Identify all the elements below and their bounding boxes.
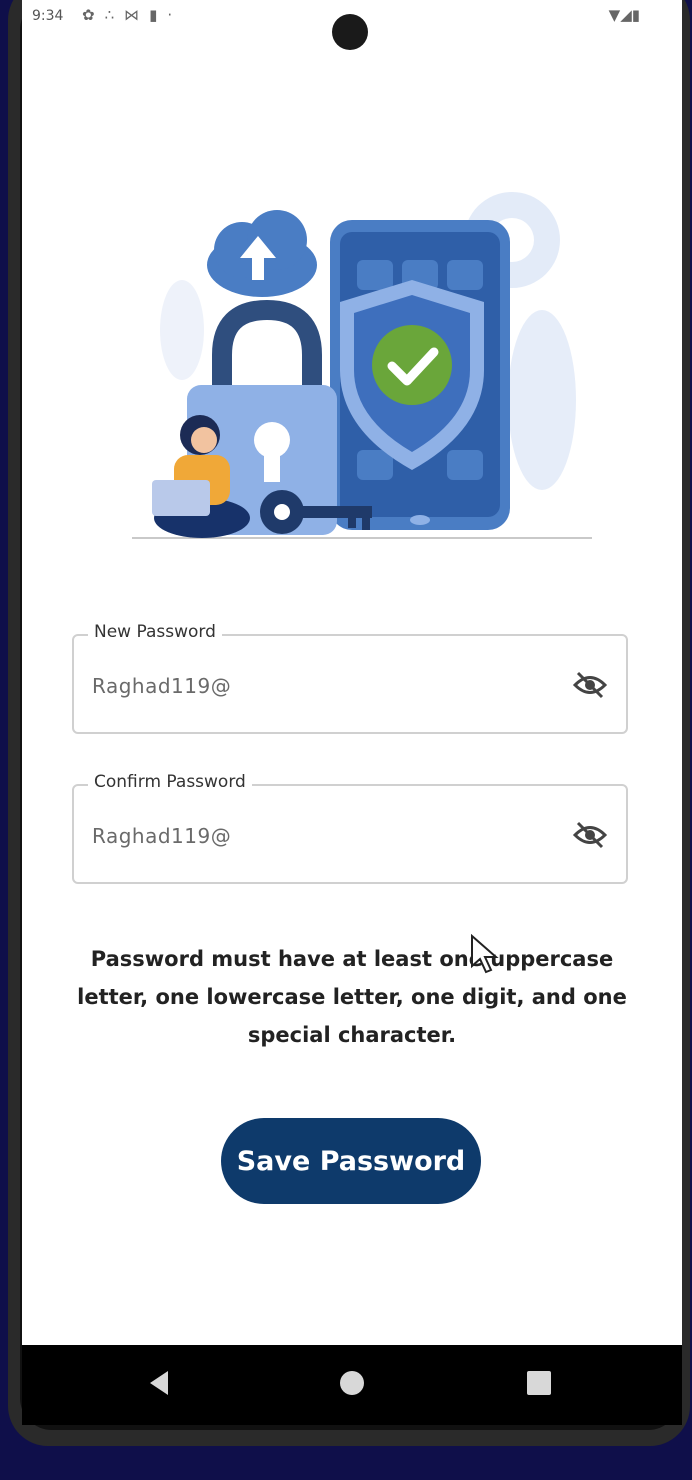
new-password-label: New Password bbox=[88, 622, 222, 642]
password-requirements-hint: Password must have at least one uppercas… bbox=[77, 947, 627, 1047]
signal-icon: ◢ bbox=[620, 6, 632, 24]
laptop-icon bbox=[152, 480, 210, 516]
check-circle-icon bbox=[372, 325, 452, 405]
camera-cutout bbox=[332, 14, 368, 50]
system-icons: ▼◢▮ bbox=[609, 6, 640, 24]
mouse-cursor-icon bbox=[471, 934, 499, 974]
eye-off-icon[interactable] bbox=[572, 670, 608, 700]
recents-icon[interactable] bbox=[527, 1371, 551, 1395]
save-password-button[interactable]: Save Password bbox=[221, 1118, 481, 1204]
back-icon[interactable] bbox=[150, 1371, 168, 1395]
battery-icon: ▮ bbox=[631, 6, 640, 24]
eye-off-icon[interactable] bbox=[572, 820, 608, 850]
battery-saver-icon: ▮ bbox=[149, 6, 168, 24]
mail-icon: ⋈ bbox=[124, 6, 150, 24]
security-illustration bbox=[132, 192, 592, 539]
confirm-password-field[interactable]: Confirm Password Raghad119@ bbox=[72, 772, 628, 884]
share-icon: ∴ bbox=[104, 6, 125, 24]
dot-icon: · bbox=[167, 6, 183, 24]
confirm-password-input[interactable]: Raghad119@ bbox=[92, 824, 231, 848]
status-time: 9:34 bbox=[32, 8, 64, 24]
home-icon[interactable] bbox=[340, 1371, 364, 1395]
wifi-icon: ▼ bbox=[608, 6, 621, 24]
confirm-password-label: Confirm Password bbox=[88, 772, 252, 792]
new-password-field[interactable]: New Password Raghad119@ bbox=[72, 622, 628, 734]
new-password-input[interactable]: Raghad119@ bbox=[92, 674, 231, 698]
gear-icon: ✿ bbox=[82, 6, 105, 24]
notification-icons: ✿∴⋈▮· bbox=[82, 6, 182, 24]
app-screen: 9:34 ✿∴⋈▮· ▼◢▮ New Password Raghad119@ C… bbox=[22, 0, 682, 1345]
cloud-upload-icon bbox=[207, 210, 317, 297]
navigation-bar bbox=[22, 1345, 682, 1425]
